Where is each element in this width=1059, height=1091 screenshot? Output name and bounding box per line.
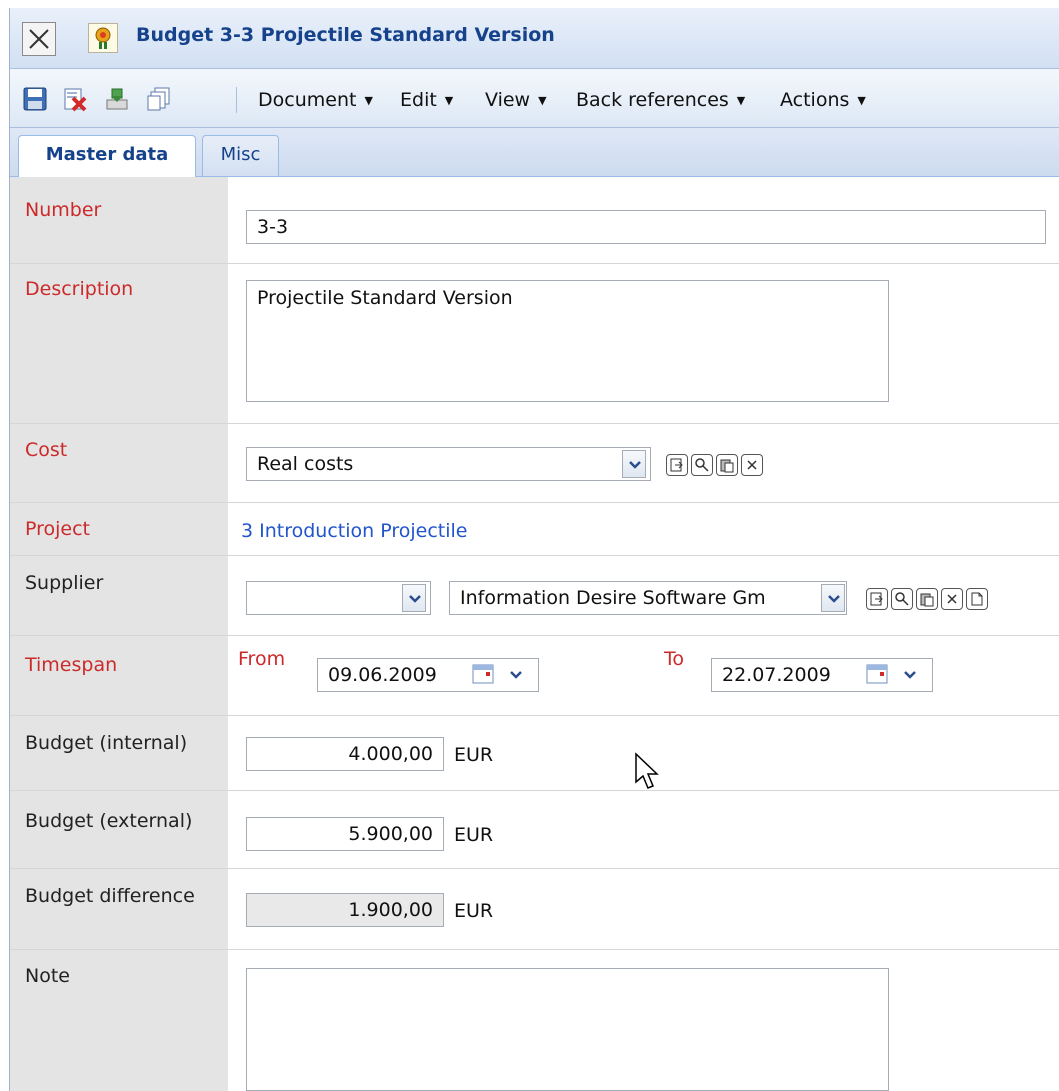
- tab-misc[interactable]: Misc: [202, 135, 279, 176]
- delete-icon[interactable]: [62, 86, 88, 112]
- supplier-label: Supplier: [25, 572, 104, 594]
- budget-app-icon: [88, 23, 118, 53]
- cost-dropdown-button[interactable]: [622, 450, 646, 478]
- search-icon: [695, 458, 709, 472]
- supplier-navigate-button[interactable]: [866, 588, 888, 610]
- row-divider: [10, 555, 1059, 556]
- supplier-paste-button[interactable]: [916, 588, 938, 610]
- menu-back-references-label: Back references: [576, 89, 729, 111]
- row-divider: [10, 263, 1059, 264]
- budget-external-input[interactable]: 5.900,00: [246, 817, 444, 851]
- row-divider: [10, 715, 1059, 716]
- menu-view[interactable]: View ▼: [485, 89, 547, 111]
- cost-label: Cost: [25, 439, 68, 461]
- copy-icon[interactable]: [146, 86, 172, 112]
- budget-difference-unit: EUR: [454, 900, 494, 922]
- paste-icon: [920, 593, 934, 607]
- navigate-icon: [670, 458, 683, 472]
- row-divider: [10, 790, 1059, 791]
- menu-view-label: View: [485, 89, 531, 111]
- title-bar: Budget 3-3 Projectile Standard Version: [10, 8, 1059, 69]
- budget-window: Budget 3-3 Projectile Standard Version D…: [9, 8, 1059, 1091]
- chevron-down-icon: ▼: [364, 94, 373, 107]
- chevron-down-icon: [629, 461, 641, 469]
- supplier-contact-dropdown-button[interactable]: [402, 584, 426, 612]
- supplier-clear-button[interactable]: [941, 588, 963, 610]
- chevron-down-icon: [828, 595, 840, 603]
- label-column: [10, 177, 228, 1091]
- menu-document-label: Document: [258, 89, 357, 111]
- supplier-select[interactable]: Information Desire Software Gm: [449, 581, 847, 615]
- budget-internal-unit: EUR: [454, 744, 494, 766]
- menu-actions[interactable]: Actions ▼: [780, 89, 866, 111]
- chevron-down-icon: [409, 595, 421, 603]
- supplier-new-button[interactable]: [966, 588, 988, 610]
- close-icon: [29, 29, 49, 49]
- row-divider: [10, 502, 1059, 503]
- calendar-icon[interactable]: [472, 664, 494, 684]
- from-date-dropdown-button[interactable]: [504, 661, 528, 689]
- project-link[interactable]: 3 Introduction Projectile: [241, 520, 467, 542]
- to-label: To: [664, 648, 685, 670]
- menu-document[interactable]: Document ▼: [258, 89, 373, 111]
- paste-icon: [720, 459, 734, 473]
- menu-actions-label: Actions: [780, 89, 850, 111]
- number-input[interactable]: 3-3: [246, 210, 1046, 244]
- search-icon: [895, 592, 909, 606]
- budget-difference-value: 1.900,00: [246, 893, 444, 927]
- window-title: Budget 3-3 Projectile Standard Version: [136, 24, 555, 46]
- note-textarea[interactable]: [246, 968, 889, 1091]
- row-divider: [10, 635, 1059, 636]
- supplier-search-button[interactable]: [891, 588, 913, 610]
- project-label: Project: [25, 518, 91, 540]
- mouse-cursor-icon: [635, 752, 659, 789]
- budget-external-label: Budget (external): [25, 810, 193, 832]
- cost-clear-button[interactable]: [741, 454, 763, 476]
- menu-back-references[interactable]: Back references ▼: [576, 89, 745, 111]
- row-divider: [10, 949, 1059, 950]
- budget-difference-label: Budget difference: [25, 885, 195, 907]
- chevron-down-icon: [904, 671, 916, 679]
- chevron-down-icon: ▼: [736, 94, 746, 107]
- row-divider: [10, 423, 1059, 424]
- clear-icon: [747, 460, 757, 470]
- cost-paste-button[interactable]: [716, 454, 738, 476]
- chevron-down-icon: ▼: [444, 94, 454, 107]
- navigate-icon: [870, 592, 883, 606]
- close-button[interactable]: [22, 22, 56, 56]
- save-icon[interactable]: [22, 86, 48, 112]
- description-textarea[interactable]: Projectile Standard Version: [246, 280, 889, 402]
- note-label: Note: [25, 965, 70, 987]
- budget-internal-input[interactable]: 4.000,00: [246, 737, 444, 771]
- tab-bar: Master data Misc: [10, 128, 1059, 177]
- budget-internal-label: Budget (internal): [25, 732, 188, 754]
- supplier-dropdown-button[interactable]: [821, 584, 845, 612]
- menu-edit-label: Edit: [400, 89, 437, 111]
- from-label: From: [238, 648, 286, 670]
- budget-external-unit: EUR: [454, 824, 494, 846]
- chevron-down-icon: ▼: [538, 94, 547, 107]
- toolbar: Document ▼ Edit ▼ View ▼ Back references ▼ A…: [10, 69, 1059, 128]
- new-document-icon: [971, 592, 983, 606]
- number-label: Number: [25, 199, 102, 221]
- row-divider: [10, 868, 1059, 869]
- to-date-dropdown-button[interactable]: [898, 661, 922, 689]
- chevron-down-icon: ▼: [857, 94, 866, 107]
- description-label: Description: [25, 278, 134, 300]
- cost-search-button[interactable]: [691, 454, 713, 476]
- export-icon[interactable]: [104, 86, 130, 112]
- chevron-down-icon: [510, 671, 522, 679]
- timespan-label: Timespan: [25, 654, 118, 676]
- calendar-icon[interactable]: [866, 664, 888, 684]
- cost-select[interactable]: Real costs: [246, 447, 651, 481]
- menu-edit[interactable]: Edit ▼: [400, 89, 453, 111]
- tab-master-data[interactable]: Master data: [18, 135, 196, 177]
- master-data-form: Number 3-3 Description Projectile Standa…: [10, 177, 1059, 1091]
- cost-navigate-button[interactable]: [666, 454, 688, 476]
- clear-icon: [947, 594, 957, 604]
- toolbar-separator: [236, 87, 237, 113]
